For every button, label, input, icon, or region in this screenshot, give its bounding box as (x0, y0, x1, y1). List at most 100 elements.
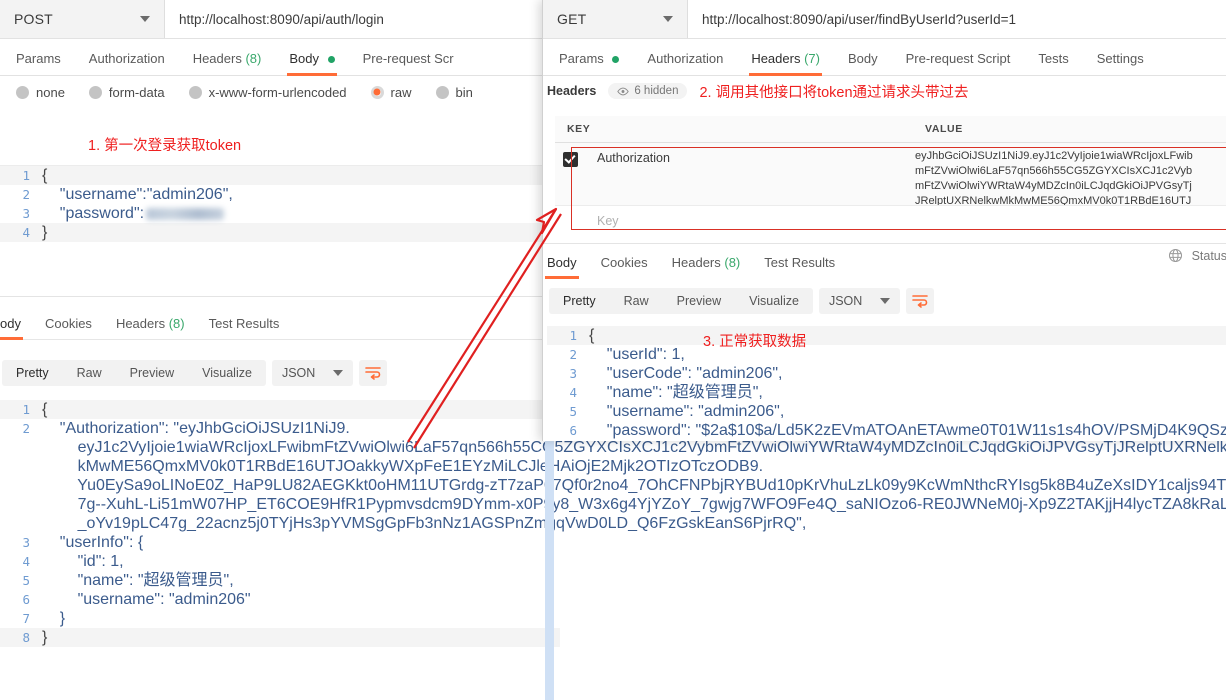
right-response-viewbar: Pretty Raw Preview Visualize JSON (543, 283, 1226, 319)
hidden-headers-label: 6 hidden (634, 85, 679, 97)
tab-body[interactable]: Body (834, 51, 892, 75)
code-line-wrapped: kMwME56QmxMV0k0T1RBdE16UTJOakkyWXpFeE1EY… (0, 457, 764, 476)
tab-headers[interactable]: Headers (8) (179, 51, 276, 75)
code-text: "userCode": "admin206", (589, 365, 783, 382)
left-method-selector[interactable]: POST (0, 0, 165, 38)
tab-tests[interactable]: Tests (1024, 51, 1082, 75)
left-panel-divider (0, 296, 545, 297)
annotation-step-1: 1. 第一次登录获取token (88, 138, 242, 154)
params-modified-dot-icon (612, 56, 620, 64)
left-response-body: 1 { 2 "Authorization": "eyJhbGciOiJSUzI1… (0, 400, 1226, 647)
code-line: 1 { (0, 400, 560, 419)
left-request-body-editor[interactable]: 1 { 2 "username":"admin206", 3 "password… (0, 165, 545, 242)
code-line: 5 "name": "超级管理员", (22, 572, 234, 589)
view-mode-pretty[interactable]: Pretty (2, 360, 63, 386)
code-text: 7g--XuhL-Li51mW07HP_ET6COE9HfR1Pypmvsdcm… (42, 496, 1226, 513)
code-text: { (42, 167, 48, 184)
left-format-selector[interactable]: JSON (271, 360, 354, 386)
wrap-text-icon[interactable] (906, 288, 935, 314)
response-tab-body[interactable]: ody (0, 316, 33, 340)
code-line-wrapped: 7g--XuhL-Li51mW07HP_ET6COE9HfR1Pypmvsdcm… (0, 495, 1226, 514)
wrap-text-glyph (365, 367, 382, 380)
tab-params[interactable]: Params (545, 51, 633, 75)
right-url-input[interactable]: http://localhost:8090/api/user/findByUse… (688, 0, 1016, 38)
response-tab-headers[interactable]: Headers (8) (660, 255, 753, 278)
tab-params[interactable]: Params (2, 51, 75, 75)
code-line-wrapped: eyJ1c2VyIjoie1wiaWRcIjoxLFwibmFtZVwiOlwi… (0, 438, 1226, 457)
code-line: 2 "username":"admin206", (22, 186, 233, 203)
code-text: "username": "admin206", (589, 403, 785, 420)
code-line: 4 } (0, 223, 545, 242)
body-type-binary[interactable]: bin (424, 85, 485, 100)
globe-icon[interactable] (1168, 248, 1183, 263)
right-format-selector[interactable]: JSON (818, 288, 901, 314)
response-tab-cookies[interactable]: Cookies (589, 255, 660, 278)
view-mode-raw[interactable]: Raw (63, 360, 116, 386)
left-url-input[interactable]: http://localhost:8090/api/auth/login (165, 0, 384, 38)
response-tab-body[interactable]: Body (535, 255, 589, 279)
header-value-placeholder[interactable] (905, 206, 1205, 228)
right-url-bar: GET http://localhost:8090/api/user/findB… (543, 0, 1226, 39)
view-mode-raw[interactable]: Raw (610, 288, 663, 314)
body-type-form-data[interactable]: form-data (77, 85, 177, 100)
tab-pre-request-script[interactable]: Pre-request Scr (349, 51, 468, 75)
body-type-raw[interactable]: raw (359, 85, 424, 100)
wrap-text-icon[interactable] (359, 360, 388, 386)
code-line-wrapped: _oYv19pLC47g_22acnz5j0TYjHs3pYVMSgGpFb3n… (0, 514, 807, 533)
code-text: } (42, 224, 48, 241)
tab-pre-request-script[interactable]: Pre-request Script (892, 51, 1025, 75)
hidden-headers-toggle[interactable]: 6 hidden (608, 83, 688, 99)
right-headers-table: KEY VALUE Authorization eyJhbGciOiJSUzI1… (555, 116, 1226, 236)
tab-settings[interactable]: Settings (1083, 51, 1158, 75)
response-tab-headers[interactable]: Headers (8) (104, 316, 197, 339)
code-text: "password": "$2a$10$a/Ld5K2zEVmATOAnETAw… (589, 422, 1226, 439)
right-method-selector[interactable]: GET (543, 0, 688, 38)
code-text: _oYv19pLC47g_22acnz5j0TYjHs3pYVMSgGpFb3n… (42, 515, 807, 532)
code-line: 1 { (547, 326, 1226, 345)
tab-authorization[interactable]: Authorization (75, 51, 179, 75)
table-row[interactable]: Key (555, 206, 1226, 236)
code-text: "id": 1, (42, 553, 124, 570)
tab-authorization[interactable]: Authorization (633, 51, 737, 75)
tab-headers[interactable]: Headers (7) (737, 51, 834, 76)
format-label: JSON (281, 366, 316, 380)
table-row[interactable]: Authorization eyJhbGciOiJSUzI1NiJ9.eyJ1c… (555, 143, 1226, 206)
view-mode-visualize[interactable]: Visualize (735, 288, 813, 314)
view-mode-preview[interactable]: Preview (663, 288, 735, 314)
code-text: eyJ1c2VyIjoie1wiaWRcIjoxLFwibmFtZVwiOlwi… (42, 439, 1226, 456)
header-key-authorization[interactable]: Authorization (585, 143, 905, 205)
eye-icon (617, 87, 630, 95)
chevron-down-icon (140, 16, 150, 22)
right-response-body: 1 { 2 "userId": 1, 3 "userCode": "admin2… (547, 326, 1226, 440)
tab-body[interactable]: Body (275, 51, 348, 76)
code-text: "username":"admin206", (42, 186, 233, 203)
right-response-status: Status (1168, 248, 1226, 263)
body-modified-dot-icon (327, 56, 335, 64)
view-mode-preview[interactable]: Preview (116, 360, 188, 386)
code-line: 4 "name": "超级管理员", (569, 384, 763, 401)
checkbox-checked-icon[interactable] (562, 152, 578, 167)
status-label: Status (1191, 248, 1226, 263)
response-tab-test-results[interactable]: Test Results (752, 255, 847, 278)
right-headers-subbar: Headers 6 hidden 2. 调用其他接口将token通过请求头带过去 (543, 76, 1226, 106)
view-mode-visualize[interactable]: Visualize (188, 360, 266, 386)
code-text: "userId": 1, (589, 346, 685, 363)
view-mode-pretty[interactable]: Pretty (549, 288, 610, 314)
code-text: } (42, 610, 66, 627)
radio-icon (88, 85, 102, 99)
body-type-x-www-form-urlencoded[interactable]: x-www-form-urlencoded (177, 85, 359, 100)
code-text: "name": "超级管理员", (589, 384, 763, 401)
headers-section-label: Headers (547, 84, 597, 98)
response-tab-cookies[interactable]: Cookies (33, 316, 104, 339)
right-method-label: GET (557, 11, 587, 27)
code-text: { (42, 401, 48, 418)
code-text: "username": "admin206" (42, 591, 251, 608)
header-value-authorization[interactable]: eyJhbGciOiJSUzI1NiJ9.eyJ1c2VyIjoie1wiaWR… (905, 143, 1205, 205)
left-method-label: POST (14, 11, 53, 27)
left-response-viewbar: Pretty Raw Preview Visualize JSON (0, 355, 557, 391)
body-type-none[interactable]: none (4, 85, 77, 100)
headers-table-head: KEY VALUE (555, 116, 1226, 143)
code-line: 3 "userCode": "admin206", (569, 365, 783, 382)
response-tab-test-results[interactable]: Test Results (197, 316, 292, 339)
header-key-placeholder[interactable]: Key (585, 206, 905, 236)
